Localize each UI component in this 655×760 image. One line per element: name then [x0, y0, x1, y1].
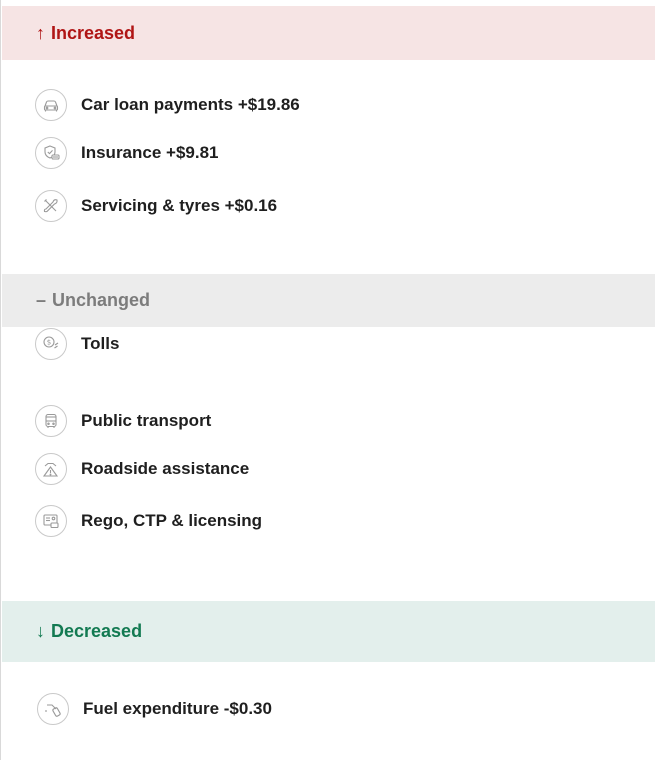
fuel-nozzle-icon: [37, 693, 69, 725]
roadside-warning-icon: [35, 453, 67, 485]
shield-car-icon: [35, 137, 67, 169]
list-item-rego: Rego, CTP & licensing: [35, 504, 262, 538]
list-item-servicing: Servicing & tyres +$0.16: [35, 189, 277, 223]
list-item-label: Public transport: [81, 411, 212, 430]
list-item-label: Insurance +$9.81: [81, 143, 219, 162]
list-item-label: Fuel expenditure -$0.30: [83, 699, 272, 718]
up-arrow-icon: ↑: [36, 22, 45, 43]
down-arrow-icon: ↓: [36, 621, 45, 641]
decreased-title: Decreased: [51, 621, 143, 641]
increased-header: ↑ Increased: [2, 6, 655, 60]
cost-change-panel: ↑ Increased Car loan payments +$19.86 In…: [0, 0, 655, 760]
list-item-fuel: Fuel expenditure -$0.30: [37, 692, 272, 726]
car-icon: [35, 89, 67, 121]
increased-title: Increased: [51, 22, 136, 43]
unchanged-header: – Unchanged: [2, 274, 655, 327]
list-item-insurance: Insurance +$9.81: [35, 136, 219, 170]
list-item-label: Roadside assistance: [81, 459, 250, 478]
license-card-icon: [35, 505, 67, 537]
list-item-public-transport: Public transport: [35, 404, 211, 438]
list-item-tolls: $ Tolls: [35, 327, 119, 361]
list-item-car-loan: Car loan payments +$19.86: [35, 88, 300, 122]
dash-icon: –: [36, 290, 47, 310]
tools-icon: [35, 190, 67, 222]
list-item-label: Servicing & tyres +$0.16: [81, 196, 278, 215]
svg-text:$: $: [47, 339, 51, 347]
decreased-header: ↓ Decreased: [2, 601, 655, 662]
list-item-label: Tolls: [81, 334, 120, 353]
unchanged-title: Unchanged: [52, 290, 151, 310]
toll-icon: $: [35, 328, 67, 360]
list-item-roadside-assistance: Roadside assistance: [35, 452, 249, 486]
list-item-label: Rego, CTP & licensing: [81, 511, 263, 530]
list-item-label: Car loan payments +$19.86: [81, 95, 300, 114]
bus-icon: [35, 405, 67, 437]
